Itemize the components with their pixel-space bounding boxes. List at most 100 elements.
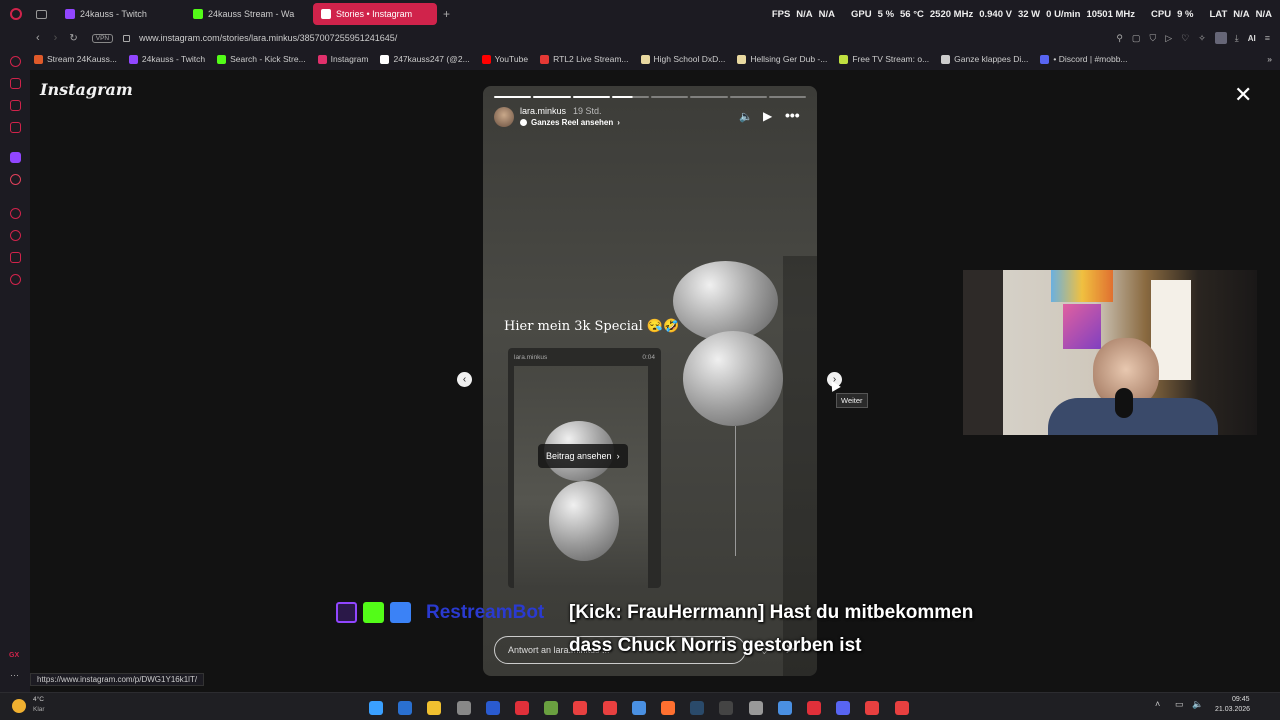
chat-bot-name: RestreamBot xyxy=(426,602,545,623)
opera-logo-icon[interactable] xyxy=(10,8,22,20)
bookmark-item[interactable]: Search - Kick Stre... xyxy=(217,54,306,64)
play-icon[interactable]: ▶ xyxy=(763,109,772,123)
pin-icon[interactable]: ⚲ xyxy=(1116,33,1123,44)
weather-icon[interactable] xyxy=(12,699,26,713)
volume-icon[interactable]: 🔈 xyxy=(1192,699,1203,710)
story-progress-segment xyxy=(572,96,610,98)
bookmark-item[interactable]: 247kauss247 (@2... xyxy=(380,54,470,64)
steam-icon[interactable] xyxy=(690,701,705,715)
sidebar-crypto-icon[interactable] xyxy=(10,78,21,89)
bookmark-item[interactable]: Stream 24Kauss... xyxy=(34,54,117,64)
chrome-icon[interactable] xyxy=(631,701,646,715)
extensions-icon[interactable]: ✧ xyxy=(1198,33,1206,44)
sidebar-settings-icon[interactable] xyxy=(10,274,21,285)
story-progress-segment xyxy=(651,96,689,98)
anydesk-icon[interactable] xyxy=(865,701,880,715)
pdf-app-icon[interactable] xyxy=(573,701,588,715)
bookmark-label: RTL2 Live Stream... xyxy=(553,54,629,64)
sidebar-twitch-icon[interactable] xyxy=(10,152,21,163)
clock-date[interactable]: 21.03.2026 xyxy=(1215,706,1250,713)
hardware-stats: FPS N/A N/A GPU 5 % 56 °C 2520 MHz 0.940… xyxy=(772,0,1272,28)
settings-icon[interactable] xyxy=(748,701,763,715)
clock-time[interactable]: 09:45 xyxy=(1232,696,1250,703)
bookmark-icon xyxy=(640,54,650,64)
new-tab-icon[interactable]: + xyxy=(443,7,450,21)
discord-icon[interactable] xyxy=(836,701,851,715)
sidebar-aria-icon[interactable] xyxy=(10,56,21,67)
start-icon[interactable] xyxy=(369,701,383,715)
bookmark-item[interactable]: Free TV Stream: o... xyxy=(839,54,929,64)
webcam-door xyxy=(963,270,1003,435)
bookmark-item[interactable]: Hellsing Ger Dub -... xyxy=(737,54,827,64)
heart-icon[interactable]: ♡ xyxy=(1181,33,1189,44)
chrome-2-icon[interactable] xyxy=(777,701,792,715)
opera-icon[interactable] xyxy=(807,701,821,715)
tray-chevron-icon[interactable]: ˄ xyxy=(1155,699,1160,709)
url-field[interactable]: www.instagram.com/stories/lara.minkus/38… xyxy=(139,33,397,43)
avatar[interactable] xyxy=(1214,32,1227,44)
webcam-mic xyxy=(1115,388,1133,418)
tab-twitch[interactable]: 24kauss - Twitch xyxy=(57,3,181,25)
sidebar-youtube-icon[interactable] xyxy=(10,174,21,185)
sidebar-player-icon[interactable] xyxy=(10,208,21,219)
post-card[interactable]: lara.minkus 0:04 Beitrag ansehen › xyxy=(508,348,661,588)
tab-instagram[interactable]: Stories • Instagram xyxy=(313,3,437,25)
gpu-mem: 10501 MHz xyxy=(1086,8,1136,20)
avatar[interactable] xyxy=(494,107,514,127)
sidebar-flow-icon[interactable] xyxy=(10,100,21,111)
bookmark-label: Ganze klappes Di... xyxy=(954,54,1029,64)
mute-icon[interactable]: 🔈 xyxy=(739,110,753,123)
instagram-logo[interactable]: Instagram xyxy=(40,80,133,99)
vs-code-icon[interactable] xyxy=(485,701,500,715)
shield-icon[interactable]: ⛉ xyxy=(1149,33,1156,44)
bookmark-item[interactable]: RTL2 Live Stream... xyxy=(540,54,629,64)
ai-icon[interactable]: AI xyxy=(1248,34,1256,43)
snapshot-icon[interactable]: ▢ xyxy=(1132,33,1141,44)
balloon-string xyxy=(735,426,736,556)
sidebar-extensions-icon[interactable] xyxy=(10,252,21,263)
bookmark-item[interactable]: 24kauss - Twitch xyxy=(128,54,205,64)
opera-gx-icon[interactable] xyxy=(515,701,529,715)
firefox-icon[interactable] xyxy=(661,701,675,715)
player-icon[interactable]: ▷ xyxy=(1165,33,1172,44)
windows-taskbar: 4°C Klar ˄ ▭ 🔈 09:45 21.03.2026 xyxy=(0,692,1280,720)
story-viewer[interactable]: lara.minkus 19 Std. Ganzes Reel ansehen … xyxy=(483,86,817,676)
bookmark-item[interactable]: Ganze klappes Di... xyxy=(941,54,1028,64)
vpn-badge[interactable]: VPN xyxy=(91,33,114,43)
record-app-icon[interactable] xyxy=(602,701,617,715)
tab-kick[interactable]: 24kauss Stream - Wa xyxy=(185,3,309,25)
file-explorer-icon[interactable] xyxy=(427,701,442,715)
previous-story-button[interactable]: ‹ xyxy=(457,372,472,387)
game-app-icon[interactable] xyxy=(544,701,559,715)
bookmark-icon xyxy=(217,54,227,64)
story-username[interactable]: lara.minkus xyxy=(520,106,566,116)
bookmarks-overflow-icon[interactable]: » xyxy=(1267,54,1272,64)
network-icon[interactable]: ▭ xyxy=(1175,699,1184,710)
calculator-icon[interactable] xyxy=(398,701,413,715)
reel-icon xyxy=(520,119,527,126)
terminal-icon[interactable] xyxy=(719,701,734,715)
reload-icon[interactable]: ↻ xyxy=(69,33,77,44)
mouse-app-icon[interactable] xyxy=(456,701,471,715)
view-post-button[interactable]: Beitrag ansehen › xyxy=(538,444,628,468)
sidebar-history-icon[interactable] xyxy=(10,230,21,241)
sidebar-music-icon[interactable] xyxy=(10,122,21,133)
download-icon[interactable]: ⤓ xyxy=(1235,33,1239,44)
menu-icon[interactable]: ≡ xyxy=(1265,33,1270,43)
sidebar-gx-icon[interactable]: GX xyxy=(9,652,19,659)
sidebar-more-icon[interactable]: ⋯ xyxy=(10,670,19,681)
bookmark-item[interactable]: Instagram xyxy=(317,54,368,64)
gpu-load: 5 % xyxy=(877,8,895,20)
recorder-icon[interactable] xyxy=(894,701,909,715)
bookmark-item[interactable]: High School DxD... xyxy=(640,54,725,64)
back-icon[interactable]: ‹ xyxy=(36,32,40,44)
tab-overview-icon[interactable] xyxy=(36,9,47,19)
bookmark-item[interactable]: • Discord | #mobb... xyxy=(1040,54,1128,64)
forward-icon[interactable]: › xyxy=(54,32,58,44)
webcam-overlay xyxy=(963,270,1257,435)
bookmark-icon xyxy=(34,54,43,64)
reel-link[interactable]: Ganzes Reel ansehen › xyxy=(520,118,620,127)
bookmark-item[interactable]: YouTube xyxy=(481,54,528,64)
close-icon[interactable]: ✕ xyxy=(1234,82,1252,108)
more-options-icon[interactable]: ••• xyxy=(785,107,800,123)
